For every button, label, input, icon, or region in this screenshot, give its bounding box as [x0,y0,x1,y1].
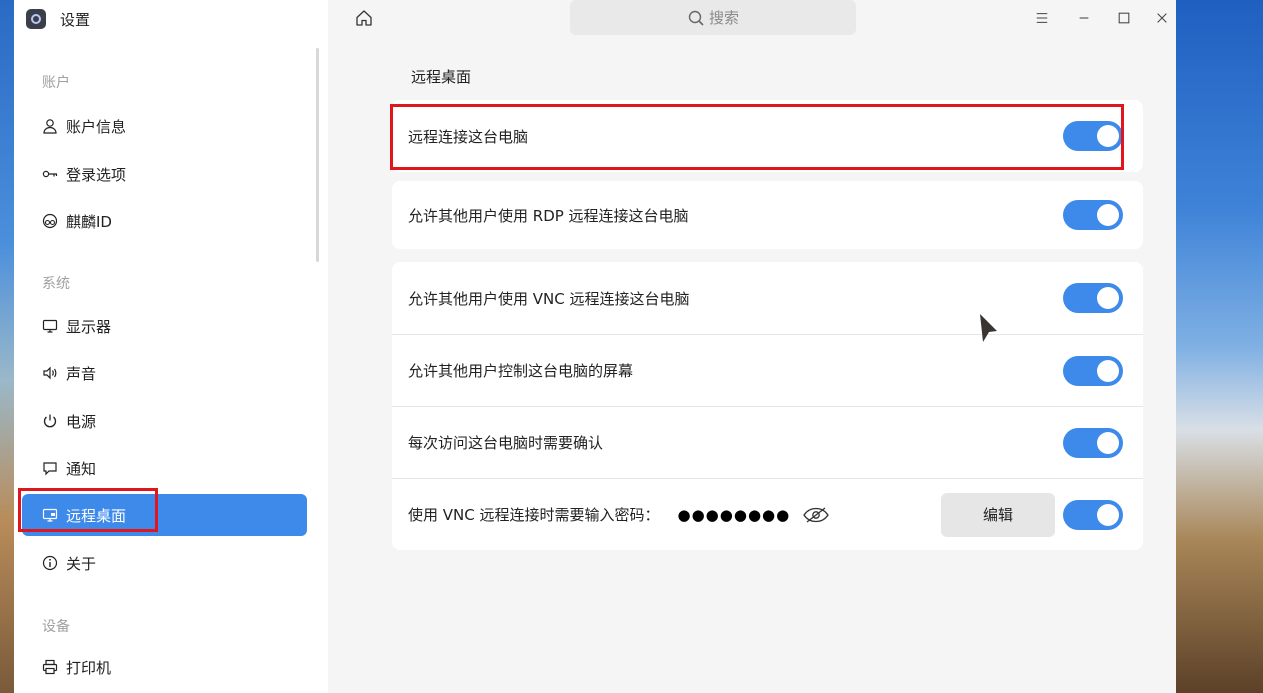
maximize-button[interactable] [1114,8,1134,28]
settings-app-icon [26,9,46,29]
notification-icon [42,460,58,476]
close-button[interactable] [1152,8,1172,28]
sidebar: 设置 账户 账户信息 登录选项 麒麟ID 系统 显示器 声音 电源 通知 远程桌… [14,0,328,693]
monitor-icon [42,318,58,334]
edit-password-button[interactable]: 编辑 [941,492,1055,537]
desktop-wallpaper-right [1176,0,1263,693]
sidebar-item-login-options[interactable]: 登录选项 [22,153,307,195]
cloud-id-icon [42,213,58,229]
sidebar-item-remote-desktop[interactable]: 远程桌面 [22,494,307,536]
home-icon [356,10,372,26]
menu-button[interactable] [1032,8,1052,28]
vnc-password-toggle[interactable] [1063,499,1123,530]
setting-label: 允许其他用户控制这台电脑的屏幕 [408,362,634,380]
speaker-icon [42,365,58,381]
sidebar-item-label: 麒麟ID [66,212,112,231]
info-icon [42,555,58,571]
settings-window: 设置 账户 账户信息 登录选项 麒麟ID 系统 显示器 声音 电源 通知 远程桌… [14,0,1176,693]
maximize-icon [1118,12,1130,24]
sidebar-item-account-info[interactable]: 账户信息 [22,105,307,147]
mouse-cursor-icon [980,314,997,342]
sidebar-item-notification[interactable]: 通知 [22,447,307,489]
sidebar-item-label: 账户信息 [66,117,127,136]
user-icon [42,118,58,134]
sidebar-scrollbar[interactable] [316,48,319,262]
sidebar-item-power[interactable]: 电源 [22,400,307,442]
setting-label: 每次访问这台电脑时需要确认 [408,434,604,452]
sidebar-item-sound[interactable]: 声音 [22,352,307,394]
search-icon [688,10,704,26]
sidebar-item-label: 打印机 [66,658,112,677]
screen-control-toggle[interactable] [1063,355,1123,386]
sidebar-item-label: 通知 [66,459,97,478]
sidebar-item-printer[interactable]: 打印机 [22,646,307,688]
sidebar-item-label: 关于 [66,554,97,573]
remote-connect-card: 远程连接这台电脑 [392,100,1143,172]
rdp-toggle[interactable] [1063,200,1123,230]
vnc-card: 允许其他用户使用 VNC 远程连接这台电脑 允许其他用户控制这台电脑的屏幕 每次… [392,262,1143,550]
app-header: 设置 [26,8,90,30]
sidebar-item-display[interactable]: 显示器 [22,305,307,347]
desktop-wallpaper-left [0,0,14,693]
home-button[interactable] [354,8,374,28]
confirm-access-toggle[interactable] [1063,427,1123,458]
minimize-icon [1079,17,1089,19]
setting-label: 允许其他用户使用 RDP 远程连接这台电脑 [408,206,689,225]
setting-label: 允许其他用户使用 VNC 远程连接这台电脑 [408,289,690,308]
vnc-password-row: 使用 VNC 远程连接时需要输入密码： ●●●●●●●● 编辑 [392,478,1143,550]
minimize-button[interactable] [1074,8,1094,28]
search-placeholder: 搜索 [708,9,739,27]
remote-desktop-icon [42,507,58,523]
rdp-card: 允许其他用户使用 RDP 远程连接这台电脑 [392,181,1143,249]
confirm-access-row: 每次访问这台电脑时需要确认 [392,406,1143,478]
sidebar-item-label: 显示器 [66,317,112,336]
group-label-system: 系统 [42,276,70,292]
sidebar-item-label: 声音 [66,364,97,383]
key-icon [42,166,58,182]
remote-connect-toggle[interactable] [1063,121,1123,151]
vnc-toggle[interactable] [1063,283,1123,313]
rdp-row: 允许其他用户使用 RDP 远程连接这台电脑 [392,181,1143,249]
main-panel: 搜索 远程桌面 远程连接这台电脑 允许其他用户使用 RDP 远程连接这台电脑 允… [328,0,1176,693]
vnc-row: 允许其他用户使用 VNC 远程连接这台电脑 [392,262,1143,334]
remote-connect-row: 远程连接这台电脑 [392,100,1143,172]
setting-label: 使用 VNC 远程连接时需要输入密码： [408,506,660,524]
power-icon [42,413,58,429]
menu-icon [1036,13,1048,23]
sidebar-item-label: 电源 [66,412,97,431]
password-mask: ●●●●●●●● [677,505,791,524]
sidebar-item-label: 登录选项 [66,165,127,184]
app-title: 设置 [60,10,91,29]
sidebar-item-kylin-id[interactable]: 麒麟ID [22,200,307,242]
group-label-account: 账户 [42,75,70,91]
page-title: 远程桌面 [411,68,472,86]
close-icon [1157,13,1167,23]
setting-label: 远程连接这台电脑 [408,127,529,146]
sidebar-item-about[interactable]: 关于 [22,542,307,584]
sidebar-item-label: 远程桌面 [66,506,127,525]
screen-control-row: 允许其他用户控制这台电脑的屏幕 [392,334,1143,406]
search-input[interactable]: 搜索 [570,0,856,35]
eye-hidden-icon[interactable] [802,506,830,524]
group-label-devices: 设备 [42,619,70,635]
printer-icon [42,659,58,675]
